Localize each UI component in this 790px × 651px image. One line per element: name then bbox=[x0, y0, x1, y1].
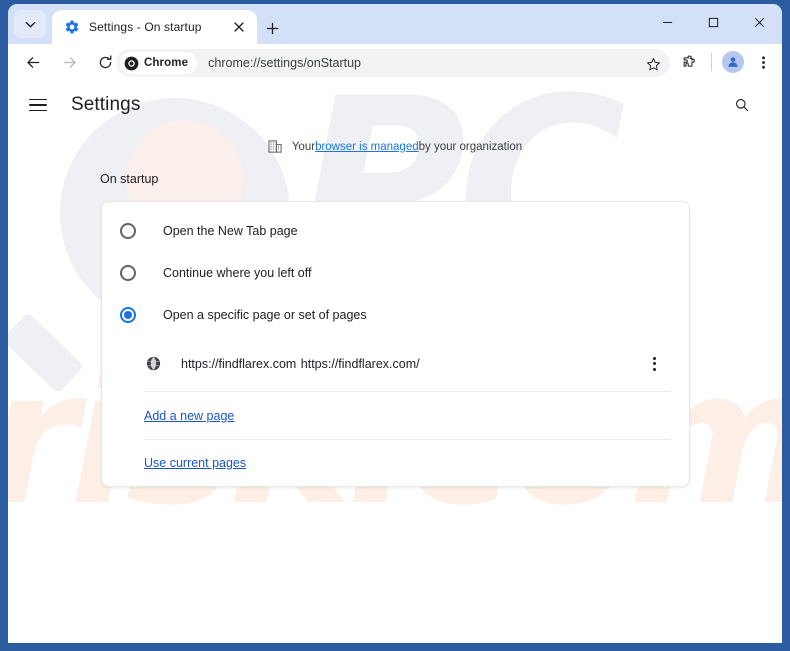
settings-page: PC risk.com Settings bbox=[8, 80, 782, 643]
tab-title: Settings - On startup bbox=[89, 20, 202, 34]
avatar bbox=[722, 51, 744, 73]
radio-option-label: Open the New Tab page bbox=[163, 224, 298, 238]
hamburger-line bbox=[29, 98, 47, 101]
add-new-page-link[interactable]: Add a new page bbox=[144, 409, 234, 423]
close-window-button[interactable] bbox=[736, 4, 782, 40]
use-current-pages-row: Use current pages bbox=[144, 440, 671, 486]
hamburger-line bbox=[29, 104, 47, 106]
tab-settings-on-startup[interactable]: Settings - On startup bbox=[52, 10, 257, 44]
settings-search-button[interactable] bbox=[729, 92, 755, 118]
address-bar[interactable]: Chrome chrome://settings/onStartup bbox=[116, 49, 670, 77]
hamburger-line bbox=[29, 109, 47, 112]
globe-icon bbox=[144, 355, 162, 373]
three-dots-vertical-icon bbox=[761, 55, 765, 69]
star-icon bbox=[646, 57, 660, 70]
on-startup-card: Open the New Tab page Continue where you… bbox=[101, 201, 690, 487]
managed-banner-link[interactable]: browser is managed bbox=[315, 141, 419, 153]
watermark-handle bbox=[8, 312, 85, 394]
arrow-left-icon bbox=[26, 56, 39, 68]
toolbar-divider bbox=[711, 53, 712, 71]
dot bbox=[652, 367, 656, 371]
settings-gear-icon bbox=[64, 19, 80, 35]
startup-page-url: https://findflarex.com/ bbox=[300, 356, 420, 371]
browser-window: Settings - On startup Chrome chrome://se… bbox=[0, 0, 790, 651]
chrome-chip-label: Chrome bbox=[144, 57, 189, 69]
building-icon bbox=[268, 139, 283, 154]
radio-option-label: Continue where you left off bbox=[163, 266, 312, 280]
tab-close-button[interactable] bbox=[229, 17, 249, 37]
forward-button[interactable] bbox=[54, 47, 84, 77]
toolbar-actions bbox=[675, 44, 782, 80]
startup-page-row: https://findflarex.com https://findflare… bbox=[144, 336, 671, 392]
maximize-icon bbox=[708, 17, 718, 27]
dot bbox=[652, 362, 656, 365]
startup-page-text: https://findflarex.com https://findflare… bbox=[181, 355, 641, 373]
add-new-page-row: Add a new page bbox=[144, 392, 671, 440]
extensions-button[interactable] bbox=[675, 47, 705, 77]
chrome-menu-button[interactable] bbox=[748, 47, 778, 77]
settings-header: Settings bbox=[8, 80, 782, 130]
minimize-icon bbox=[662, 21, 672, 23]
page-title: Settings bbox=[71, 94, 141, 115]
reload-icon bbox=[99, 54, 111, 68]
radio-icon bbox=[120, 265, 136, 281]
main-menu-hamburger-button[interactable] bbox=[29, 92, 55, 118]
dot bbox=[652, 356, 656, 360]
search-icon bbox=[735, 98, 749, 112]
chevron-down-icon bbox=[25, 21, 35, 27]
radio-option-new-tab-page[interactable]: Open the New Tab page bbox=[102, 210, 689, 252]
radio-option-continue-where-left-off[interactable]: Continue where you left off bbox=[102, 252, 689, 294]
puzzle-piece-icon bbox=[683, 55, 695, 67]
maximize-button[interactable] bbox=[690, 4, 736, 40]
chrome-origin-chip[interactable]: Chrome bbox=[120, 52, 198, 74]
browser-toolbar: Chrome chrome://settings/onStartup bbox=[8, 44, 782, 80]
back-button[interactable] bbox=[18, 47, 48, 77]
startup-page-title: https://findflarex.com bbox=[181, 356, 297, 371]
managed-banner-prefix: Your bbox=[291, 140, 316, 153]
plus-icon bbox=[266, 22, 278, 34]
window-controls bbox=[644, 4, 782, 40]
section-title-on-startup: On startup bbox=[100, 172, 159, 186]
bookmark-star-button[interactable] bbox=[642, 53, 664, 75]
new-tab-button[interactable] bbox=[258, 14, 286, 42]
minimize-button[interactable] bbox=[644, 4, 690, 40]
managed-banner: Your browser is managed by your organiza… bbox=[8, 139, 782, 154]
radio-option-specific-pages[interactable]: Open a specific page or set of pages bbox=[102, 294, 689, 336]
radio-icon bbox=[120, 223, 136, 239]
close-icon bbox=[754, 17, 764, 27]
startup-page-more-actions-button[interactable] bbox=[641, 351, 667, 377]
tab-search-button[interactable] bbox=[14, 10, 46, 38]
person-icon bbox=[728, 57, 738, 67]
close-icon bbox=[234, 22, 244, 32]
arrow-right-icon bbox=[63, 56, 76, 68]
radio-option-label: Open a specific page or set of pages bbox=[163, 308, 367, 322]
radio-icon-selected bbox=[120, 307, 136, 323]
managed-banner-suffix: by your organization bbox=[418, 140, 523, 153]
chrome-logo-icon bbox=[124, 56, 139, 70]
use-current-pages-link[interactable]: Use current pages bbox=[144, 456, 246, 470]
profile-button[interactable] bbox=[718, 47, 748, 77]
address-bar-url: chrome://settings/onStartup bbox=[208, 56, 361, 70]
